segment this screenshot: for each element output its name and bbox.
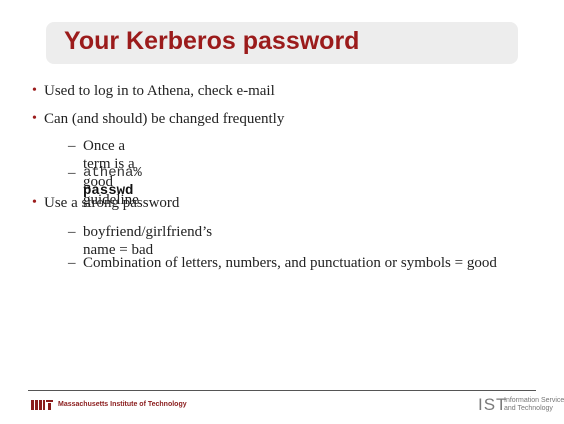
ist-name: Information Services and Technology	[504, 397, 564, 413]
footer-divider	[28, 390, 536, 391]
bullet-text: Can (and should) be changed frequently	[44, 111, 285, 127]
sub-bullet-marker: –	[68, 165, 76, 181]
bullet-text: Use a strong password	[44, 195, 180, 211]
mit-logo-icon	[31, 400, 53, 410]
bullet-marker: •	[32, 83, 37, 98]
sub-bullet-marker: –	[68, 255, 76, 271]
bullet-marker: •	[32, 195, 37, 210]
institution-name: Massachusetts Institute of Technology	[58, 401, 187, 408]
sub-bullet-text: Combination of letters, numbers, and pun…	[83, 255, 497, 271]
bullet-marker: •	[32, 111, 37, 126]
sub-bullet-marker: –	[68, 224, 76, 240]
title-box: Your Kerberos password	[46, 22, 518, 64]
shell-prompt: athena%	[83, 165, 142, 181]
sub-bullet-marker: –	[68, 138, 76, 154]
ist-name-line1: Information Services	[504, 397, 564, 404]
bullet-text: Used to log in to Athena, check e-mail	[44, 83, 275, 99]
ist-name-line2: and Technology	[504, 405, 553, 412]
slide-title: Your Kerberos password	[64, 27, 360, 55]
slide: Your Kerberos password • Used to log in …	[0, 0, 564, 424]
